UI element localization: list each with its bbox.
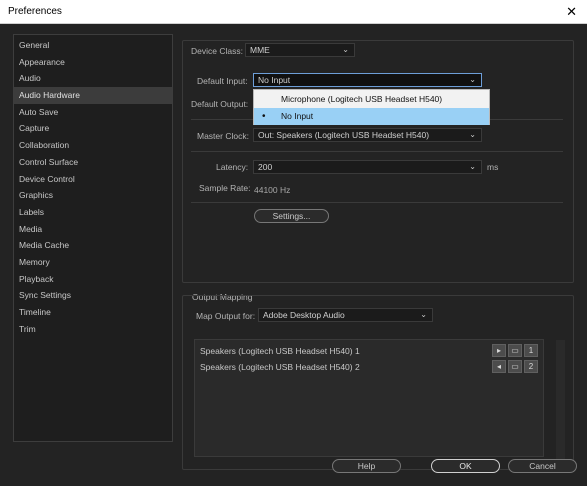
dropdown-option-microphone[interactable]: Microphone (Logitech USB Headset H540)	[254, 91, 489, 108]
default-input-select[interactable]: No Input ⌄	[253, 73, 482, 87]
latency-label: Latency:	[216, 162, 249, 172]
sidebar-item-capture[interactable]: Capture	[14, 120, 172, 137]
sidebar-item-audio[interactable]: Audio	[14, 70, 172, 87]
settings-button[interactable]: Settings...	[254, 209, 329, 223]
sidebar-item-graphics[interactable]: Graphics	[14, 187, 172, 204]
sidebar-item-labels[interactable]: Labels	[14, 204, 172, 221]
sidebar-item-audio-hardware[interactable]: Audio Hardware	[14, 87, 172, 104]
default-input-dropdown-menu[interactable]: Microphone (Logitech USB Headset H540) •…	[253, 89, 490, 125]
latency-value: 200	[258, 162, 273, 172]
default-input-label: Default Input:	[197, 76, 248, 86]
latency-unit: ms	[487, 162, 499, 172]
sidebar-item-media[interactable]: Media	[14, 221, 172, 238]
channel-row-2[interactable]: Speakers (Logitech USB Headset H540) 2	[200, 362, 360, 372]
selected-bullet-icon: •	[262, 111, 266, 122]
option-label: Microphone (Logitech USB Headset H540)	[281, 94, 443, 104]
default-input-value: No Input	[258, 75, 291, 85]
chevron-down-icon: ⌄	[342, 45, 349, 54]
cancel-button[interactable]: Cancel	[508, 459, 577, 473]
sidebar-item-media-cache[interactable]: Media Cache	[14, 237, 172, 254]
map-output-label: Map Output for:	[196, 311, 256, 321]
chevron-down-icon: ⌄	[469, 75, 476, 84]
window-title: Preferences	[8, 6, 62, 17]
speaker-icon[interactable]: ◂	[492, 360, 506, 373]
sidebar-item-collaboration[interactable]: Collaboration	[14, 137, 172, 154]
map-output-select[interactable]: Adobe Desktop Audio ⌄	[258, 308, 433, 322]
sidebar-item-trim[interactable]: Trim	[14, 321, 172, 338]
sidebar-item-timeline[interactable]: Timeline	[14, 304, 172, 321]
sidebar-item-sync-settings[interactable]: Sync Settings	[14, 287, 172, 304]
channel-list-scrollbar[interactable]	[556, 340, 565, 465]
sidebar-item-memory[interactable]: Memory	[14, 254, 172, 271]
channel-list: Speakers (Logitech USB Headset H540) 1 S…	[194, 339, 544, 457]
divider	[191, 202, 563, 203]
device-icon[interactable]: ▭	[508, 360, 522, 373]
device-class-label: Device Class:	[191, 46, 243, 56]
help-button[interactable]: Help	[332, 459, 401, 473]
chevron-down-icon: ⌄	[420, 310, 427, 319]
master-clock-select[interactable]: Out: Speakers (Logitech USB Headset H540…	[253, 128, 482, 142]
divider	[191, 151, 563, 152]
chevron-down-icon: ⌄	[469, 162, 476, 171]
dropdown-option-no-input[interactable]: • No Input	[254, 108, 489, 125]
chevron-down-icon: ⌄	[469, 130, 476, 139]
sidebar-item-control-surface[interactable]: Control Surface	[14, 154, 172, 171]
master-clock-value: Out: Speakers (Logitech USB Headset H540…	[258, 130, 430, 140]
device-icon[interactable]: ▭	[508, 344, 522, 357]
map-output-value: Adobe Desktop Audio	[263, 310, 345, 320]
device-class-value: MME	[250, 45, 270, 55]
close-icon[interactable]: ✕	[566, 4, 577, 20]
sidebar-item-appearance[interactable]: Appearance	[14, 54, 172, 71]
sidebar-item-general[interactable]: General	[14, 37, 172, 54]
title-bar: Preferences ✕	[0, 0, 587, 24]
channel-number-2[interactable]: 2	[524, 360, 538, 373]
sidebar-item-playback[interactable]: Playback	[14, 271, 172, 288]
latency-select[interactable]: 200 ⌄	[253, 160, 482, 174]
sample-rate-value: 44100 Hz	[254, 185, 291, 195]
channel-number-1[interactable]: 1	[524, 344, 538, 357]
sample-rate-label: Sample Rate:	[199, 183, 251, 193]
sidebar-item-device-control[interactable]: Device Control	[14, 171, 172, 188]
option-label: No Input	[281, 111, 314, 121]
master-clock-label: Master Clock:	[197, 131, 249, 141]
default-output-label: Default Output:	[191, 99, 249, 109]
device-class-select[interactable]: MME ⌄	[245, 43, 355, 57]
ok-button[interactable]: OK	[431, 459, 500, 473]
play-icon[interactable]: ▸	[492, 344, 506, 357]
sidebar-item-auto-save[interactable]: Auto Save	[14, 104, 172, 121]
preferences-category-list[interactable]: General Appearance Audio Audio Hardware Auto…	[13, 34, 173, 442]
channel-row-1[interactable]: Speakers (Logitech USB Headset H540) 1	[200, 346, 360, 356]
